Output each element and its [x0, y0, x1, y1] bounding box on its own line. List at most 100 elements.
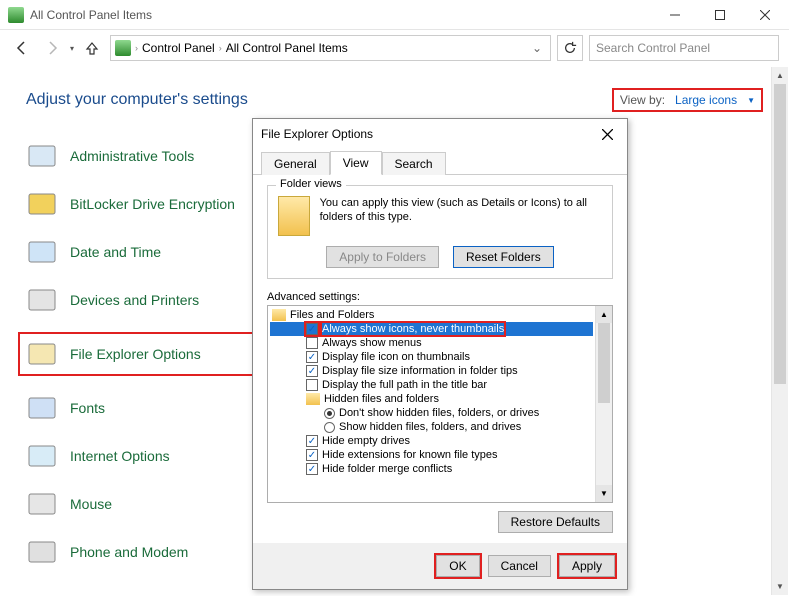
- checkbox[interactable]: ✓: [306, 449, 318, 461]
- tree-scrollbar[interactable]: ▲ ▼: [595, 306, 612, 502]
- address-folder-icon: [115, 40, 131, 56]
- dialog-close-button[interactable]: [595, 122, 619, 146]
- tree-label: Hidden files and folders: [324, 393, 439, 405]
- cp-item-bitlocker[interactable]: BitLocker Drive Encryption: [26, 188, 258, 220]
- radio[interactable]: [324, 422, 335, 433]
- address-bar-row: ▾ › Control Panel › All Control Panel It…: [0, 30, 789, 66]
- checkbox[interactable]: ✓: [306, 463, 318, 475]
- chevron-down-icon: ▼: [747, 96, 755, 105]
- page-scrollbar[interactable]: ▲ ▼: [771, 67, 788, 595]
- tree-node-9[interactable]: ✓ Hide extensions for known file types: [270, 448, 593, 462]
- checkbox[interactable]: ✓: [306, 351, 318, 363]
- scroll-up-icon[interactable]: ▲: [596, 306, 612, 323]
- tree-label: Hide empty drives: [322, 435, 410, 447]
- radio[interactable]: [324, 408, 335, 419]
- cp-item-phone-modem[interactable]: Phone and Modem: [26, 536, 258, 568]
- tree-node-1[interactable]: Always show menus: [270, 336, 593, 350]
- scroll-thumb[interactable]: [774, 84, 786, 384]
- tree-label: Always show menus: [322, 337, 422, 349]
- cp-item-mouse[interactable]: Mouse: [26, 488, 258, 520]
- view-by-value: Large icons: [675, 93, 737, 107]
- page-title: Adjust your computer's settings: [26, 91, 612, 109]
- file-explorer-options-icon: [26, 338, 58, 370]
- maximize-button[interactable]: [697, 0, 742, 29]
- advanced-settings-tree[interactable]: Files and Folders✓Always show icons, nev…: [267, 305, 613, 503]
- cp-item-file-explorer-options[interactable]: File Explorer Options: [18, 332, 258, 376]
- checkbox[interactable]: ✓: [306, 323, 318, 335]
- tree-label: Don't show hidden files, folders, or dri…: [339, 407, 539, 419]
- tree-root[interactable]: Files and Folders: [270, 308, 593, 322]
- window-title: All Control Panel Items: [30, 8, 652, 22]
- apply-to-folders-button[interactable]: Apply to Folders: [326, 246, 439, 268]
- dialog-footer: OK Cancel Apply: [253, 543, 627, 589]
- control-panel-icon: [8, 7, 24, 23]
- cp-item-fonts[interactable]: Fonts: [26, 392, 258, 424]
- tree-label: Hide folder merge conflicts: [322, 463, 452, 475]
- addr-dropdown-icon[interactable]: ⌄: [528, 41, 546, 55]
- tab-general[interactable]: General: [261, 152, 330, 175]
- search-input[interactable]: Search Control Panel: [589, 35, 779, 61]
- reset-folders-button[interactable]: Reset Folders: [453, 246, 554, 268]
- tree-node-3[interactable]: ✓ Display file size information in folder…: [270, 364, 593, 378]
- minimize-button[interactable]: [652, 0, 697, 29]
- close-button[interactable]: [742, 0, 787, 29]
- checkbox[interactable]: ✓: [306, 435, 318, 447]
- cp-item-label: Date and Time: [70, 244, 161, 260]
- folder-views-group: Folder views You can apply this view (su…: [267, 185, 613, 279]
- cp-item-label: Administrative Tools: [70, 148, 194, 164]
- back-button[interactable]: [10, 36, 34, 60]
- breadcrumb[interactable]: All Control Panel Items: [222, 41, 352, 55]
- dialog-tabs: General View Search: [253, 149, 627, 175]
- tab-search[interactable]: Search: [382, 152, 446, 175]
- cancel-button[interactable]: Cancel: [488, 555, 551, 577]
- date-time-icon: [26, 236, 58, 268]
- folder-icon: [278, 196, 310, 236]
- scroll-up-icon[interactable]: ▲: [772, 67, 788, 84]
- cp-item-label: Phone and Modem: [70, 544, 188, 560]
- cp-item-label: Internet Options: [70, 448, 170, 464]
- breadcrumb[interactable]: Control Panel: [138, 41, 219, 55]
- cp-item-admin-tools[interactable]: Administrative Tools: [26, 140, 258, 172]
- tree-label: Hide extensions for known file types: [322, 449, 497, 461]
- tree-node-4[interactable]: Display the full path in the title bar: [270, 378, 593, 392]
- tree-node-0[interactable]: ✓Always show icons, never thumbnails: [270, 322, 593, 336]
- view-by-label: View by:: [620, 93, 665, 107]
- checkbox[interactable]: [306, 379, 318, 391]
- cp-item-label: Devices and Printers: [70, 292, 199, 308]
- internet-options-icon: [26, 440, 58, 472]
- forward-button[interactable]: [40, 36, 64, 60]
- scroll-down-icon[interactable]: ▼: [772, 578, 788, 595]
- history-dropdown[interactable]: ▾: [70, 44, 74, 53]
- tree-label: Display file size information in folder …: [322, 365, 518, 377]
- refresh-button[interactable]: [557, 35, 583, 61]
- tree-node-5[interactable]: Hidden files and folders: [270, 392, 593, 406]
- tree-node-8[interactable]: ✓ Hide empty drives: [270, 434, 593, 448]
- tab-view[interactable]: View: [330, 151, 382, 175]
- ok-button[interactable]: OK: [436, 555, 479, 577]
- tree-node-6[interactable]: Don't show hidden files, folders, or dri…: [270, 406, 593, 420]
- tree-label: Display file icon on thumbnails: [322, 351, 470, 363]
- scroll-down-icon[interactable]: ▼: [596, 485, 612, 502]
- tree-label: Show hidden files, folders, and drives: [339, 421, 521, 433]
- mouse-icon: [26, 488, 58, 520]
- address-bar[interactable]: › Control Panel › All Control Panel Item…: [110, 35, 551, 61]
- tree-node-7[interactable]: Show hidden files, folders, and drives: [270, 420, 593, 434]
- apply-button[interactable]: Apply: [559, 555, 615, 577]
- bitlocker-icon: [26, 188, 58, 220]
- cp-item-devices-printers[interactable]: Devices and Printers: [26, 284, 258, 316]
- up-button[interactable]: [80, 36, 104, 60]
- tree-node-10[interactable]: ✓ Hide folder merge conflicts: [270, 462, 593, 476]
- checkbox[interactable]: ✓: [306, 365, 318, 377]
- phone-modem-icon: [26, 536, 58, 568]
- cp-item-label: File Explorer Options: [70, 346, 201, 362]
- folder-icon: [272, 309, 286, 321]
- checkbox[interactable]: [306, 337, 318, 349]
- tree-node-2[interactable]: ✓ Display file icon on thumbnails: [270, 350, 593, 364]
- view-by-selector[interactable]: View by: Large icons ▼: [612, 88, 763, 112]
- tree-label: Files and Folders: [290, 309, 374, 321]
- cp-item-internet-options[interactable]: Internet Options: [26, 440, 258, 472]
- restore-defaults-button[interactable]: Restore Defaults: [498, 511, 613, 533]
- scroll-thumb[interactable]: [598, 323, 610, 403]
- cp-item-date-time[interactable]: Date and Time: [26, 236, 258, 268]
- admin-tools-icon: [26, 140, 58, 172]
